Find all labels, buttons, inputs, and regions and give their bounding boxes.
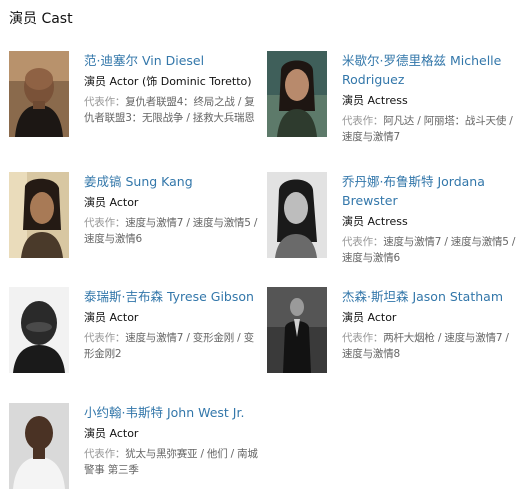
works-label: 代表作：	[342, 115, 384, 127]
cast-role: 演员 Actor	[84, 311, 139, 324]
cast-photo[interactable]	[9, 172, 69, 258]
cast-name-link[interactable]: 泰瑞斯·吉布森 Tyrese Gibson	[84, 287, 264, 306]
cast-name-link[interactable]: 小约翰·韦斯特 John West Jr.	[84, 403, 264, 422]
cast-role: 演员 Actor (饰 Dominic Toretto)	[84, 75, 252, 88]
cast-name-link[interactable]: 姜成镐 Sung Kang	[84, 172, 264, 191]
works-label: 代表作：	[84, 96, 126, 108]
works-label: 代表作：	[342, 332, 384, 344]
cast-name-link[interactable]: 范·迪塞尔 Vin Diesel	[84, 51, 264, 70]
cast-name-link[interactable]: 米歇尔·罗德里格兹 Michelle Rodriguez	[342, 51, 522, 89]
cast-role: 演员 Actress	[342, 215, 408, 228]
cast-role: 演员 Actor	[84, 196, 139, 209]
works-label: 代表作：	[84, 448, 126, 460]
cast-photo[interactable]	[9, 51, 69, 137]
cast-role: 演员 Actress	[342, 94, 408, 107]
cast-name-link[interactable]: 乔丹娜·布鲁斯特 Jordana Brewster	[342, 172, 522, 210]
works-label: 代表作：	[342, 236, 384, 248]
cast-works: 代表作：速度与激情7 / 变形金刚 / 变形金刚2	[84, 330, 264, 362]
cast-photo[interactable]	[267, 172, 327, 258]
cast-works: 代表作：速度与激情7 / 速度与激情5 / 速度与激情6	[342, 234, 522, 266]
cast-works: 代表作：复仇者联盟4：终局之战 / 复仇者联盟3：无限战争 / 拯救大兵瑞恩	[84, 94, 264, 126]
cast-role: 演员 Actor	[84, 427, 139, 440]
works-label: 代表作：	[84, 217, 126, 229]
cast-photo[interactable]	[9, 403, 69, 489]
cast-photo[interactable]	[9, 287, 69, 373]
cast-works: 代表作：速度与激情7 / 速度与激情5 / 速度与激情6	[84, 215, 264, 247]
works-label: 代表作：	[84, 332, 126, 344]
cast-works: 代表作：阿凡达 / 阿丽塔：战斗天使 / 速度与激情7	[342, 113, 522, 145]
cast-name-link[interactable]: 杰森·斯坦森 Jason Statham	[342, 287, 522, 306]
cast-photo[interactable]	[267, 287, 327, 373]
cast-works: 代表作：犹太与黑弥赛亚 / 他们 / 南城警事 第三季	[84, 446, 264, 478]
cast-photo[interactable]	[267, 51, 327, 137]
cast-works: 代表作：两杆大烟枪 / 速度与激情7 / 速度与激情8	[342, 330, 522, 362]
section-title: 演员 Cast	[9, 11, 73, 27]
cast-role: 演员 Actor	[342, 311, 397, 324]
